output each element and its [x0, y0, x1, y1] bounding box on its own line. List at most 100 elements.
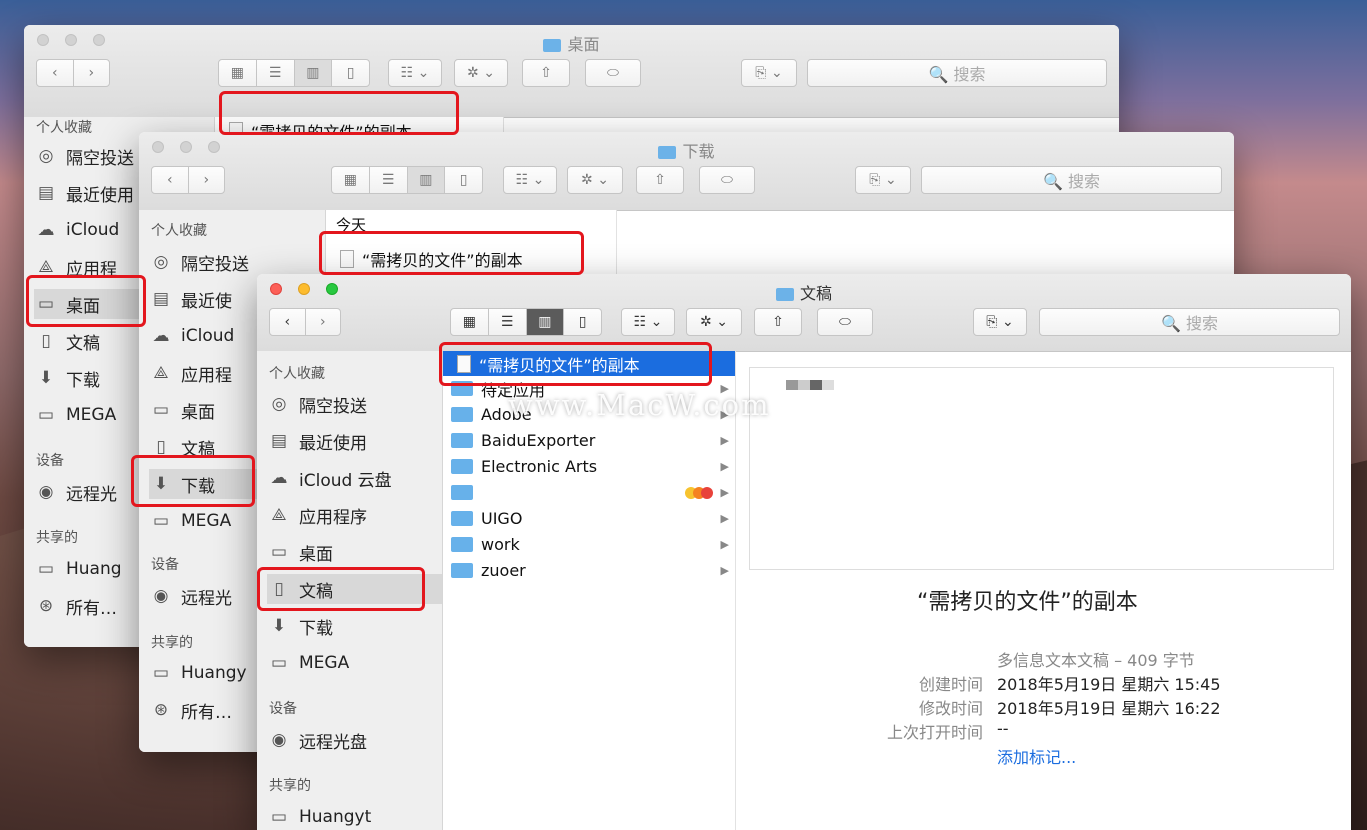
computer-icon: ▭: [37, 559, 55, 579]
sidebar-item-remote-disc[interactable]: ◉ 远程光盘: [267, 725, 442, 755]
window-title: 下载: [139, 138, 1234, 162]
sidebar-item-applications[interactable]: ⟁ 应用程序: [267, 500, 442, 530]
highlight-box-sidebar-desktop: [26, 275, 146, 327]
color-tags-icon: [685, 487, 713, 499]
arrange-button[interactable]: ☷ ⌄: [388, 59, 442, 87]
column-view-icon[interactable]: ▥: [526, 309, 565, 335]
applications-icon: ⟁: [153, 363, 169, 383]
forward-button[interactable]: ›: [74, 60, 110, 86]
disclosure-arrow-icon: ▶: [720, 538, 729, 551]
recents-icon: ▤: [37, 183, 55, 203]
view-switcher[interactable]: ▦ ☰ ▥ ▯: [331, 166, 483, 194]
folder-icon: [451, 433, 473, 448]
sidebar-section-devices: 设备: [151, 557, 179, 573]
sidebar-section-favorites: 个人收藏: [151, 223, 207, 239]
folder-icon: ▭: [152, 511, 170, 531]
modified-label: 修改时间: [918, 699, 983, 718]
sidebar-item-recents[interactable]: ▤ 最近使用: [267, 426, 442, 456]
list-item-folder[interactable]: ▶: [443, 480, 735, 505]
titlebar: 桌面 ‹ › ▦ ☰ ▥ ▯ ☷ ⌄ ✲ ⌄ ⇧ ⬭ ⎘ ⌄ 🔍 搜索: [24, 25, 1119, 118]
applications-icon: ⟁: [271, 505, 287, 525]
documents-folder-icon: [775, 288, 794, 301]
nav-buttons[interactable]: ‹ ›: [36, 59, 110, 87]
arrange-button[interactable]: ☷ ⌄: [621, 308, 675, 336]
icon-view-icon[interactable]: ▦: [451, 309, 489, 335]
list-view-icon[interactable]: ☰: [370, 167, 408, 193]
share-button[interactable]: ⇧: [636, 166, 684, 194]
finder-window-documents[interactable]: 文稿 ‹ › ▦ ☰ ▥ ▯ ☷ ⌄ ✲ ⌄ ⇧ ⬭ ⎘ ⌄ 🔍 搜索 个人收藏…: [257, 274, 1351, 830]
cloud-icon: ☁: [37, 220, 55, 240]
folder-icon: [451, 407, 473, 422]
column-view-icon[interactable]: ▥: [294, 60, 333, 86]
icon-view-icon[interactable]: ▦: [219, 60, 257, 86]
list-item-folder[interactable]: Electronic Arts ▶: [443, 454, 735, 479]
nav-buttons[interactable]: ‹ ›: [269, 308, 341, 336]
network-icon: ⊛: [38, 596, 54, 616]
sidebar-item-mega[interactable]: ▭ MEGA: [267, 648, 442, 678]
highlight-box-sidebar-downloads: [131, 455, 255, 507]
sidebar-item-airdrop[interactable]: ◎ 隔空投送: [149, 247, 325, 277]
share-button[interactable]: ⇧: [754, 308, 802, 336]
add-tags-link[interactable]: 添加标记...: [997, 744, 1076, 768]
list-item-folder[interactable]: zuoer ▶: [443, 558, 735, 583]
preview-content-snippet: [786, 380, 834, 390]
search-field[interactable]: 🔍 搜索: [807, 59, 1107, 87]
gallery-view-icon[interactable]: ▯: [564, 309, 601, 335]
sidebar-item-icloud[interactable]: ☁ iCloud 云盘: [267, 463, 442, 493]
highlight-box-sidebar-documents: [257, 567, 425, 611]
highlight-box-desktop-file: [219, 91, 459, 135]
nav-buttons[interactable]: ‹ ›: [151, 166, 225, 194]
folder-icon: [451, 485, 473, 500]
sidebar-section-shared: 共享的: [269, 778, 311, 794]
action-gear-button[interactable]: ✲ ⌄: [567, 166, 623, 194]
list-view-icon[interactable]: ☰: [489, 309, 527, 335]
tag-button[interactable]: ⬭: [699, 166, 755, 194]
airdrop-icon: ◎: [271, 394, 287, 414]
airdrop-icon: ◎: [38, 146, 54, 166]
new-document-button[interactable]: ⎘ ⌄: [973, 308, 1027, 336]
sidebar-item-airdrop[interactable]: ◎ 隔空投送: [267, 389, 442, 419]
folder-icon: [543, 39, 562, 52]
forward-button[interactable]: ›: [189, 167, 225, 193]
titlebar: 下载 ‹ › ▦ ☰ ▥ ▯ ☷ ⌄ ✲ ⌄ ⇧ ⬭ ⎘ ⌄ 🔍 搜索: [139, 132, 1234, 211]
list-item-folder[interactable]: UIGO ▶: [443, 506, 735, 531]
download-icon: ⬇: [38, 368, 54, 388]
new-document-button[interactable]: ⎘ ⌄: [855, 166, 911, 194]
column-view-icon[interactable]: ▥: [407, 167, 446, 193]
disclosure-arrow-icon: ▶: [720, 512, 729, 525]
document-icon: ▯: [41, 331, 51, 351]
search-field[interactable]: 🔍 搜索: [921, 166, 1222, 194]
last-opened-label: 上次打开时间: [886, 723, 983, 742]
forward-button[interactable]: ›: [306, 309, 341, 335]
desktop-icon: ▭: [152, 400, 170, 420]
back-button[interactable]: ‹: [270, 309, 306, 335]
gallery-view-icon[interactable]: ▯: [445, 167, 482, 193]
new-document-button[interactable]: ⎘ ⌄: [741, 59, 797, 87]
computer-icon: ▭: [152, 663, 170, 683]
share-button[interactable]: ⇧: [522, 59, 570, 87]
list-item-folder[interactable]: work ▶: [443, 532, 735, 557]
list-view-icon[interactable]: ☰: [257, 60, 295, 86]
arrange-button[interactable]: ☷ ⌄: [503, 166, 557, 194]
sidebar-item-downloads[interactable]: ⬇ 下载: [267, 611, 442, 641]
search-field[interactable]: 🔍 搜索: [1039, 308, 1340, 336]
file-column: “需拷贝的文件”的副本 待定应用 ▶ Adobe ▶ BaiduExporter ▶ …: [443, 351, 736, 830]
download-folder-icon: [658, 146, 677, 159]
list-item-folder[interactable]: BaiduExporter ▶: [443, 428, 735, 453]
view-switcher[interactable]: ▦ ☰ ▥ ▯: [450, 308, 602, 336]
view-switcher[interactable]: ▦ ☰ ▥ ▯: [218, 59, 370, 87]
sidebar-item-desktop[interactable]: ▭ 桌面: [267, 537, 442, 567]
back-button[interactable]: ‹: [37, 60, 74, 86]
disc-icon: ◉: [271, 730, 287, 750]
action-gear-button[interactable]: ✲ ⌄: [686, 308, 742, 336]
disc-icon: ◉: [38, 482, 54, 502]
tag-button[interactable]: ⬭: [585, 59, 641, 87]
back-button[interactable]: ‹: [152, 167, 189, 193]
folder-icon: [451, 511, 473, 526]
created-value: 2018年5月19日 星期六 15:45: [997, 675, 1221, 694]
sidebar-item-shared-computer[interactable]: ▭ Huangyt: [267, 802, 442, 830]
icon-view-icon[interactable]: ▦: [332, 167, 370, 193]
gallery-view-icon[interactable]: ▯: [332, 60, 369, 86]
tag-button[interactable]: ⬭: [817, 308, 873, 336]
action-gear-button[interactable]: ✲ ⌄: [454, 59, 508, 87]
